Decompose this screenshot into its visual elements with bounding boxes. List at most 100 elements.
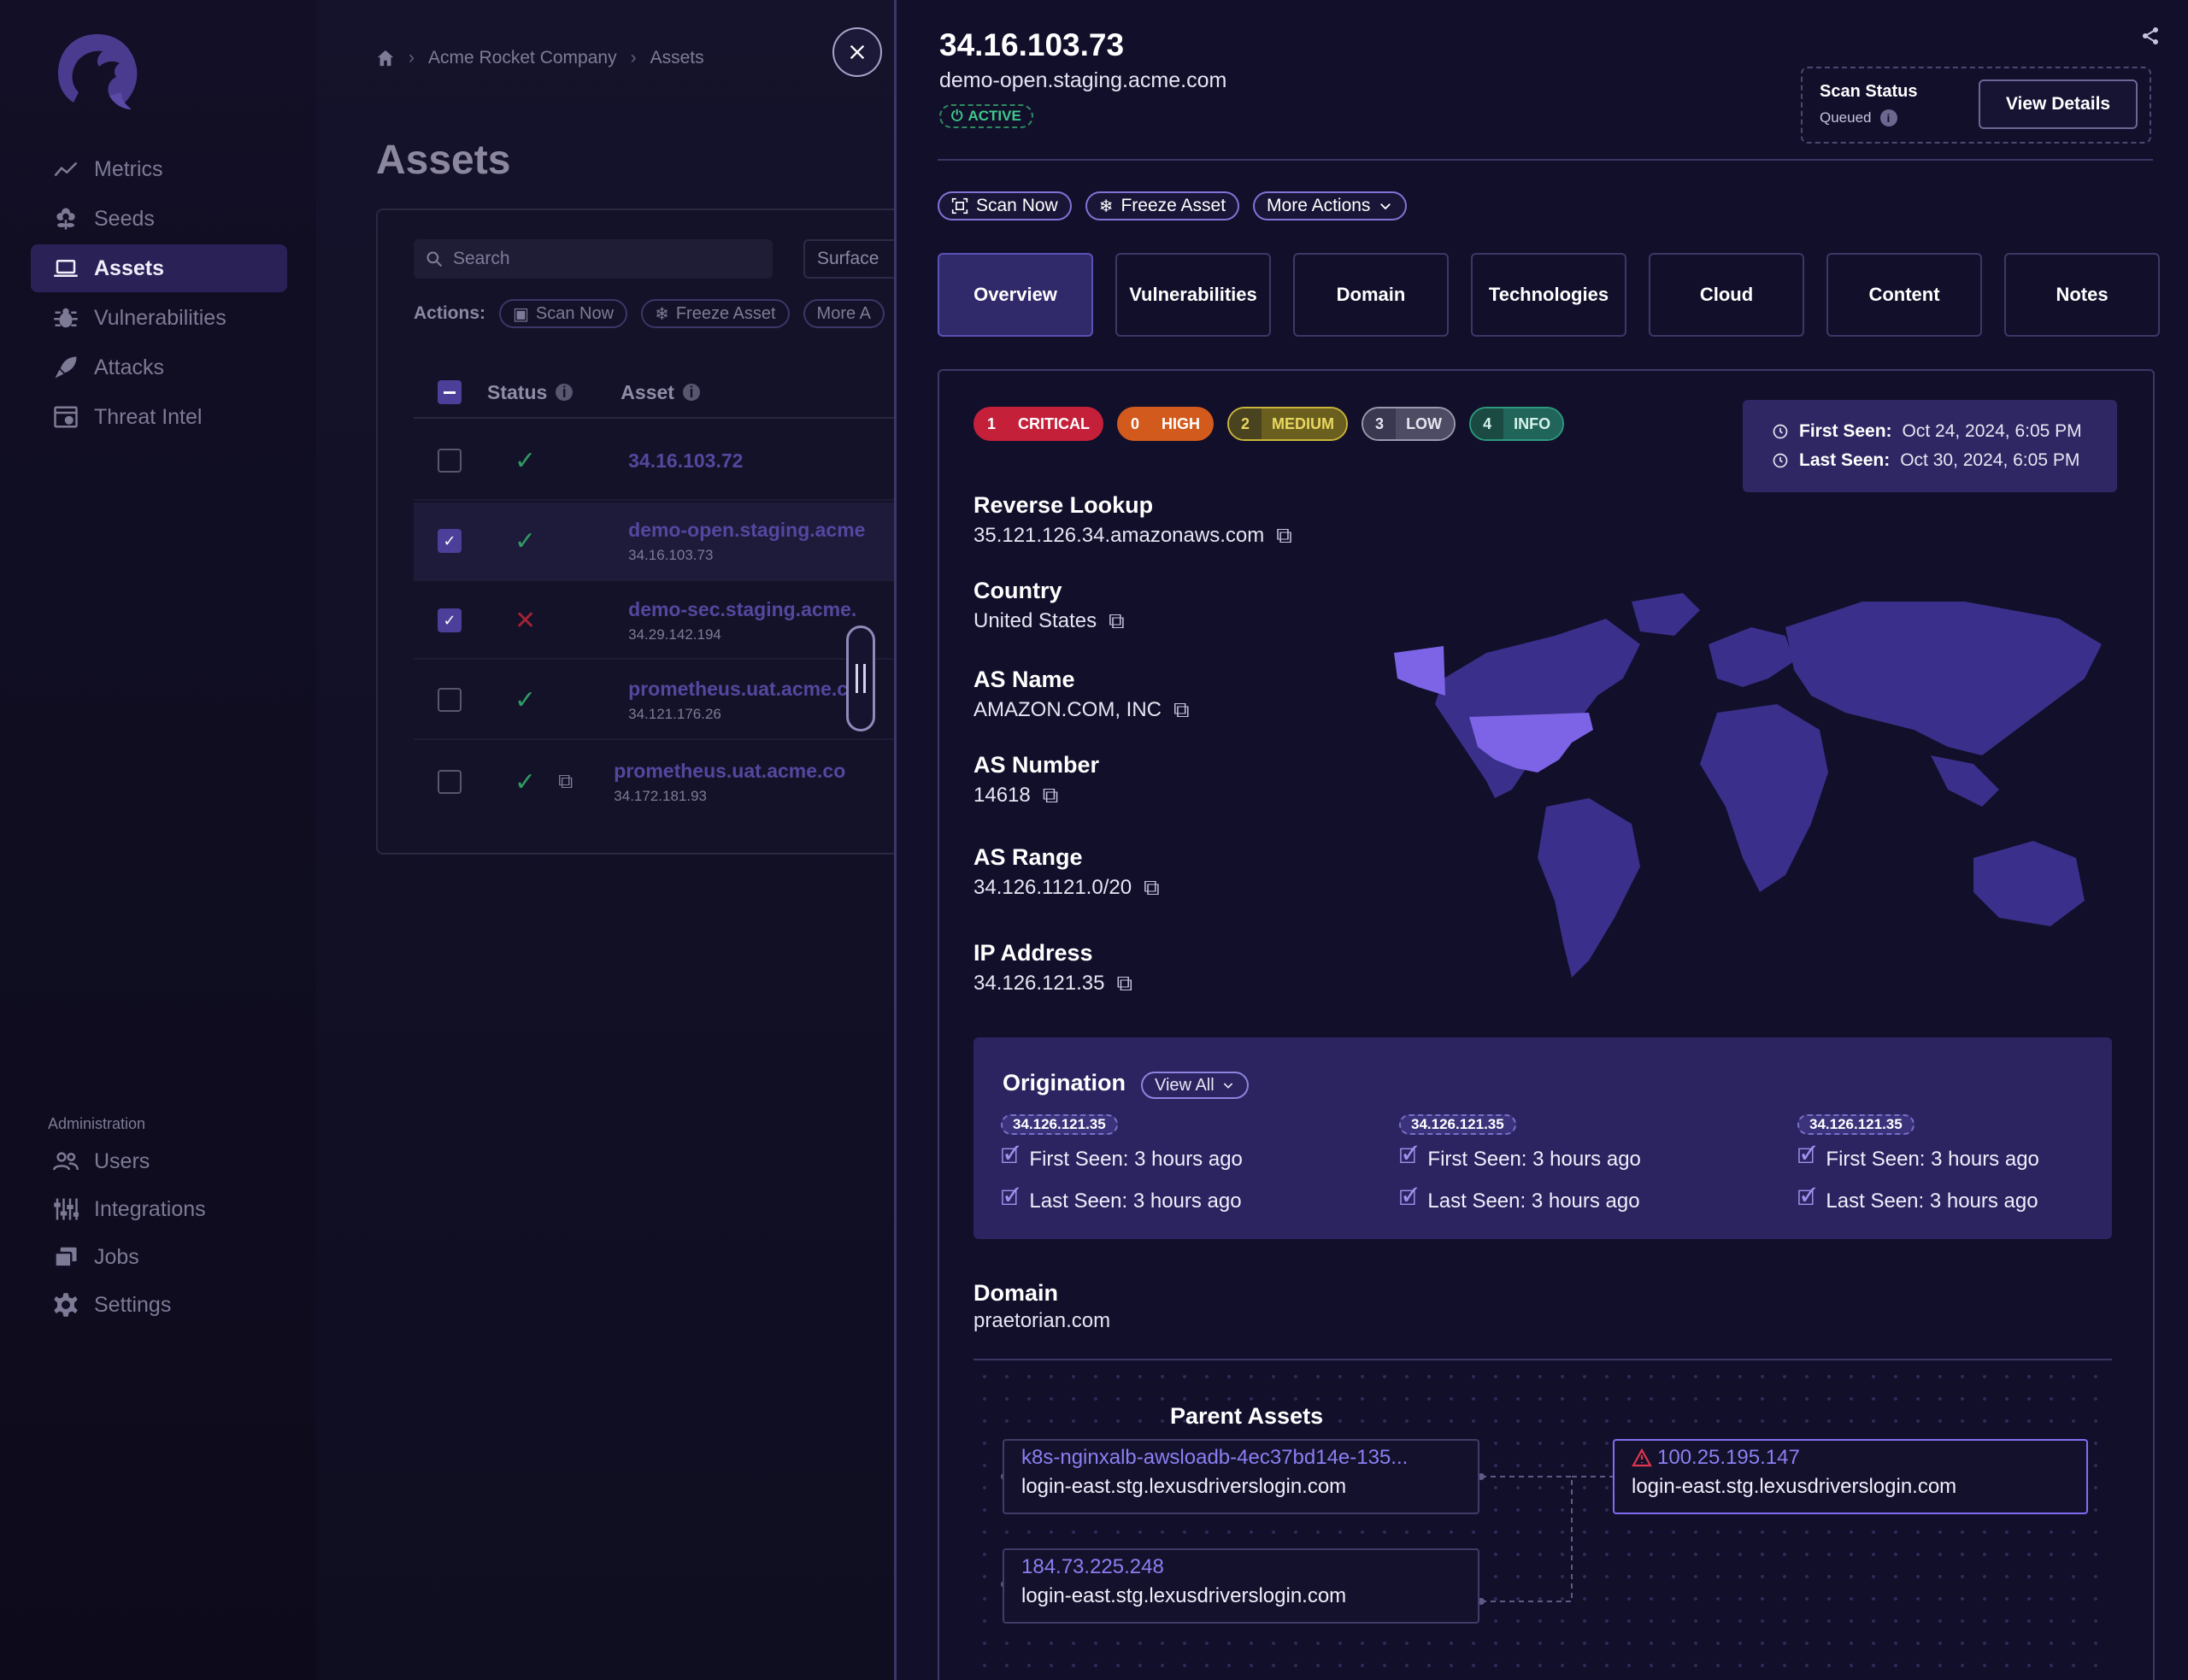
ip-chip[interactable]: 34.126.121.35: [1797, 1114, 1914, 1135]
asset-column-header[interactable]: Asset: [621, 381, 674, 404]
nav-item-threat-intel[interactable]: Threat Intel: [31, 393, 287, 441]
as-name-field: AS Name AMAZON.COM, INC ⧉: [973, 667, 1190, 724]
tab-vulnerabilities[interactable]: Vulnerabilities: [1115, 253, 1271, 337]
more-actions-button[interactable]: More A: [803, 299, 885, 328]
status-badge: ⏻ ACTIVE: [939, 104, 1033, 128]
copy-icon[interactable]: ⧉: [1144, 874, 1160, 902]
scan-now-button[interactable]: ▣ Scan Now: [499, 299, 628, 328]
nav-item-assets[interactable]: Assets: [31, 244, 287, 292]
asset-actions: Scan Now ❄ Freeze Asset More Actions: [938, 191, 1408, 220]
row-checkbox[interactable]: [438, 770, 462, 794]
nav-item-jobs[interactable]: Jobs: [31, 1234, 287, 1280]
status-column-header[interactable]: Status: [487, 381, 547, 404]
view-details-button[interactable]: View Details: [1979, 79, 2138, 129]
nav-item-metrics[interactable]: Metrics: [31, 145, 287, 193]
graph-node[interactable]: 184.73.225.248 login-east.stg.lexusdrive…: [1003, 1548, 1479, 1624]
alaska-highlight: [1394, 646, 1445, 696]
severity-medium-badge[interactable]: 2 MEDIUM: [1227, 407, 1349, 441]
snowflake-icon: ❄: [655, 304, 669, 324]
tab-cloud[interactable]: Cloud: [1649, 253, 1804, 337]
breadcrumb-org[interactable]: Acme Rocket Company: [428, 48, 617, 68]
nav-item-seeds[interactable]: Seeds: [31, 195, 287, 243]
flower-icon: [56, 208, 75, 230]
close-panel-button[interactable]: [832, 27, 882, 77]
panel-resize-handle[interactable]: [846, 626, 875, 731]
copy-icon[interactable]: ⧉: [1109, 608, 1125, 635]
info-icon[interactable]: i: [1879, 109, 1897, 126]
severity-info-badge[interactable]: 4 INFO: [1469, 407, 1565, 441]
scan-now-button[interactable]: Scan Now: [938, 191, 1072, 220]
field-label: Country: [973, 578, 1062, 603]
origination-item: 34.126.121.35 🗹 First Seen: 3 hours ago 🗹…: [1797, 1114, 2039, 1219]
table-row[interactable]: ✓ ⧉ prometheus.uat.acme.co 34.172.181.93: [414, 742, 897, 822]
asset-ip: 34.121.176.26: [628, 705, 721, 722]
row-checkbox[interactable]: ✓: [438, 608, 462, 632]
asset-name-link[interactable]: demo-open.staging.acme: [628, 519, 865, 542]
severity-low-badge[interactable]: 3 LOW: [1362, 407, 1456, 441]
freeze-asset-button[interactable]: ❄ Freeze Asset: [641, 299, 790, 328]
home-icon[interactable]: [376, 49, 395, 68]
ip-chip[interactable]: 34.126.121.35: [1399, 1114, 1516, 1135]
severity-high-badge[interactable]: 0 HIGH: [1117, 407, 1215, 441]
tab-domain[interactable]: Domain: [1293, 253, 1449, 337]
select-all-checkbox[interactable]: [438, 380, 462, 404]
dragon-logo-icon[interactable]: [53, 31, 142, 113]
table-row[interactable]: ✓ prometheus.uat.acme.co 34.121.176.26: [414, 661, 897, 740]
nav-item-vulnerabilities[interactable]: Vulnerabilities: [31, 294, 287, 342]
node-asset-link[interactable]: 184.73.225.248: [1021, 1555, 1461, 1579]
row-checkbox[interactable]: [438, 449, 462, 473]
gear-icon: [54, 1293, 78, 1317]
as-range-field: AS Range 34.126.1121.0/20 ⧉: [973, 844, 1160, 902]
nav-item-settings[interactable]: Settings: [31, 1282, 287, 1328]
copy-icon[interactable]: ⧉: [1173, 696, 1190, 724]
check-icon: ✓: [515, 685, 537, 714]
asset-ip: 34.16.103.73: [628, 546, 714, 563]
info-icon: i: [682, 384, 700, 401]
tab-technologies[interactable]: Technologies: [1471, 253, 1626, 337]
node-asset-link[interactable]: k8s-nginxalb-awsloadb-4ec37bd14e-135...: [1021, 1446, 1461, 1470]
freeze-asset-button[interactable]: ❄ Freeze Asset: [1085, 191, 1240, 220]
surface-select[interactable]: Surface: [803, 239, 897, 279]
breadcrumb-assets[interactable]: Assets: [650, 48, 704, 68]
asset-name-link[interactable]: prometheus.uat.acme.co: [614, 760, 845, 783]
view-all-label: View All: [1155, 1075, 1215, 1095]
calendar-check-icon: 🗹: [1399, 1187, 1418, 1210]
copy-icon[interactable]: ⧉: [1276, 522, 1292, 549]
copy-icon[interactable]: ⧉: [1116, 970, 1132, 997]
south-america-shape: [1538, 798, 1640, 978]
table-row[interactable]: ✓ ✕ demo-sec.staging.acme. 34.29.142.194: [414, 583, 897, 660]
tab-overview[interactable]: Overview: [938, 253, 1093, 337]
graph-connectors: [1001, 1473, 2076, 1605]
snowflake-icon: ❄: [1098, 197, 1114, 216]
node-asset-link[interactable]: 100.25.195.147: [1632, 1446, 2069, 1470]
asset-name-link[interactable]: 34.16.103.72: [628, 449, 743, 473]
ip-chip[interactable]: 34.126.121.35: [1001, 1114, 1118, 1135]
severity-critical-badge[interactable]: 1 CRITICAL: [973, 407, 1104, 441]
main-nav: Metrics Seeds Assets Vulnerabilities Att…: [31, 145, 287, 443]
chevron-down-icon: [1380, 203, 1391, 210]
share-icon[interactable]: [2140, 26, 2161, 46]
asset-name-link[interactable]: prometheus.uat.acme.co: [628, 678, 860, 701]
tab-content[interactable]: Content: [1826, 253, 1982, 337]
graph-node-selected[interactable]: 100.25.195.147 login-east.stg.lexusdrive…: [1613, 1439, 2088, 1514]
view-all-button[interactable]: View All: [1141, 1072, 1249, 1099]
row-checkbox[interactable]: [438, 688, 462, 712]
nav-label: Vulnerabilities: [94, 305, 226, 330]
row-checkbox[interactable]: ✓: [438, 529, 462, 553]
graph-node[interactable]: k8s-nginxalb-awsloadb-4ec37bd14e-135... …: [1003, 1439, 1479, 1514]
table-row[interactable]: ✓ ✓ demo-open.staging.acme 34.16.103.73: [414, 502, 897, 581]
more-actions-dropdown[interactable]: More Actions: [1253, 191, 1408, 220]
copy-icon[interactable]: ⧉: [1043, 782, 1059, 809]
nav-label: Users: [94, 1148, 150, 1173]
chevron-right-icon: ›: [409, 48, 415, 68]
copy-icon[interactable]: ⧉: [558, 770, 573, 794]
tab-notes[interactable]: Notes: [2004, 253, 2160, 337]
asset-name-link[interactable]: demo-sec.staging.acme.: [628, 598, 856, 621]
clock-icon: [1773, 453, 1788, 468]
search-input[interactable]: Search: [414, 239, 773, 279]
laptop-icon: [54, 260, 78, 277]
table-row[interactable]: ✓ 34.16.103.72: [414, 422, 897, 501]
nav-item-users[interactable]: Users: [31, 1138, 287, 1184]
nav-item-attacks[interactable]: Attacks: [31, 344, 287, 391]
nav-item-integrations[interactable]: Integrations: [31, 1186, 287, 1232]
